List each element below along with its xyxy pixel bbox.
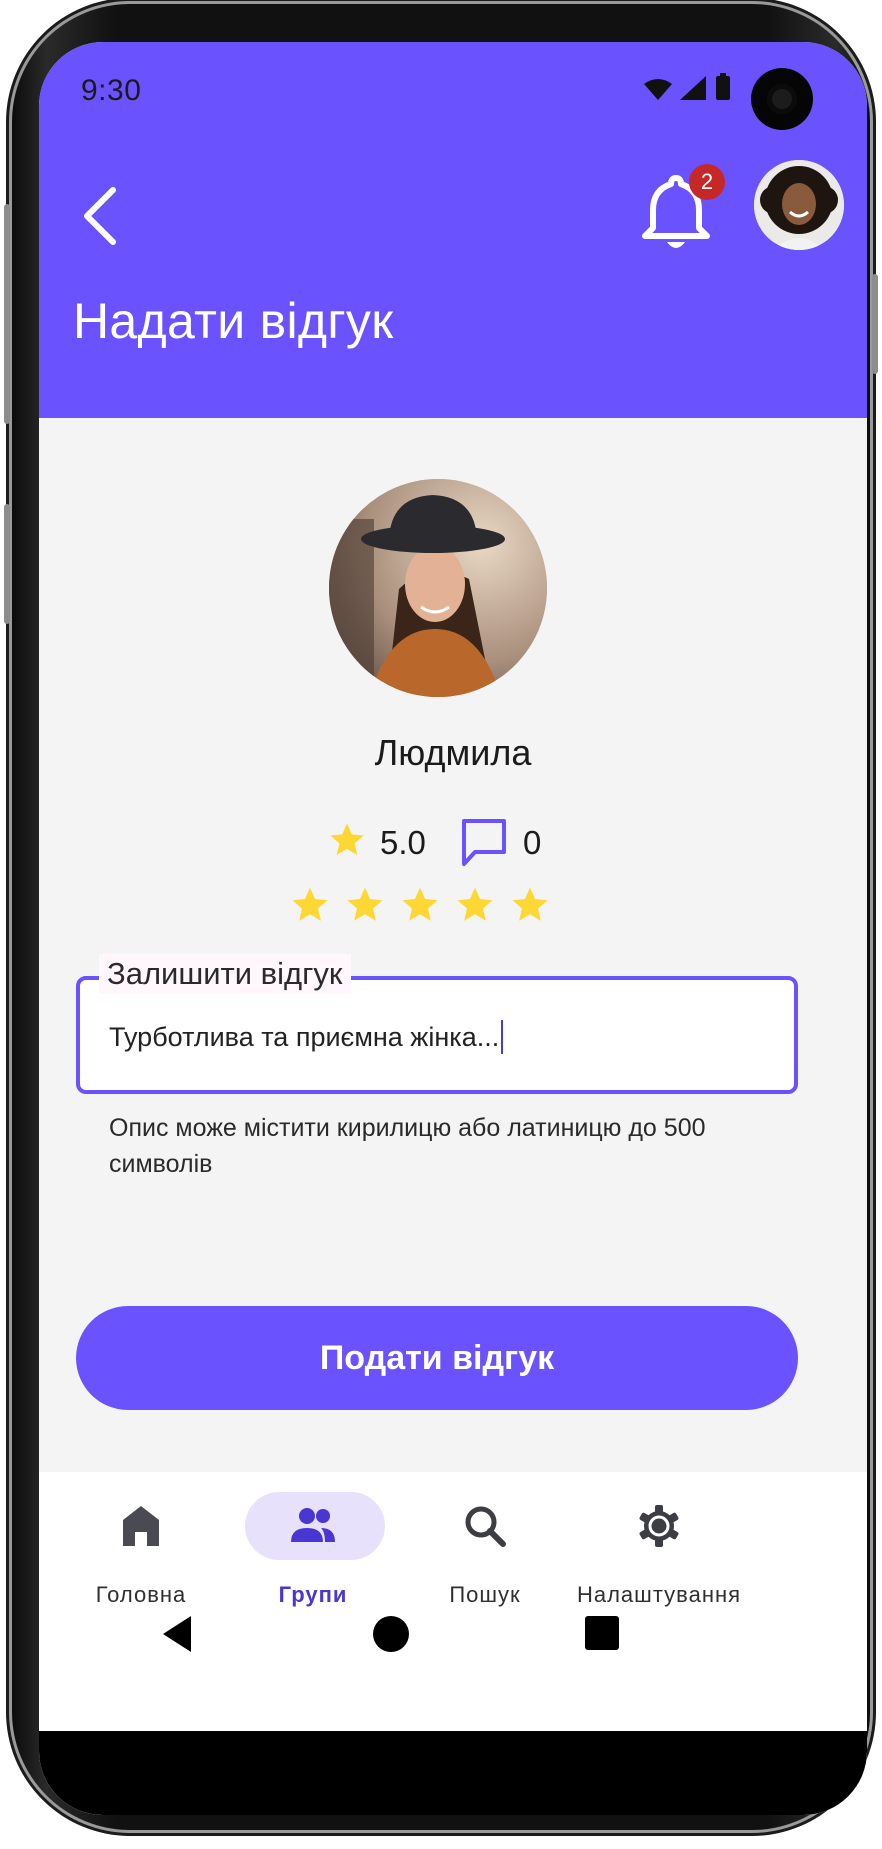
review-input-hint: Опис може містити кирилицю або латиницю …	[109, 1114, 706, 1178]
avatar-image	[754, 160, 844, 250]
profile-image	[329, 479, 547, 697]
reviews-count: 0	[523, 824, 542, 861]
system-home-icon[interactable]	[371, 1614, 411, 1654]
phone-frame: 9:30 2 Надати відгук Людмила 5.0 0 Залиш…	[4, 4, 878, 1830]
profile-name: Людмила	[374, 732, 532, 773]
rating-star-5[interactable]	[509, 884, 551, 926]
rating-star-4[interactable]	[454, 884, 496, 926]
wifi-signal-battery-icon	[644, 73, 730, 100]
user-avatar[interactable]	[754, 160, 844, 250]
review-input-value[interactable]: Турботлива та приємна жінка...	[109, 1020, 504, 1054]
rating-star-2[interactable]	[344, 884, 386, 926]
screen-bottom-bezel	[39, 1731, 867, 1815]
rating-star-1[interactable]	[289, 884, 331, 926]
app-screen: 9:30 2 Надати відгук Людмила 5.0 0 Залиш…	[39, 42, 867, 1815]
side-button	[4, 204, 10, 424]
side-button	[4, 504, 10, 624]
profile-photo	[329, 479, 547, 697]
chevron-left-icon	[84, 187, 116, 245]
submit-review-button[interactable]: Подати відгук	[76, 1306, 798, 1410]
notifications-button[interactable]: 2	[639, 164, 725, 256]
rating-star-3[interactable]	[399, 884, 441, 926]
system-back-icon[interactable]	[159, 1614, 195, 1654]
status-icons	[642, 72, 752, 109]
comment-icon	[462, 819, 506, 866]
page-title: Надати відгук	[73, 293, 394, 349]
home-icon	[123, 1506, 159, 1546]
front-camera	[751, 68, 813, 130]
app-header: 9:30 2 Надати відгук	[39, 42, 867, 418]
status-time: 9:30	[81, 74, 142, 107]
review-input-label: Залишити відгук	[99, 954, 351, 994]
review-text: Турботлива та приємна жінка...	[109, 1022, 500, 1052]
rating-value: 5.0	[380, 824, 426, 861]
text-cursor	[501, 1020, 504, 1054]
search-icon	[465, 1506, 506, 1547]
star-icon	[330, 823, 364, 855]
profile-stats: 5.0 0	[39, 812, 867, 872]
back-button[interactable]	[75, 178, 135, 254]
side-button	[872, 274, 878, 374]
system-recents-icon[interactable]	[583, 1614, 621, 1652]
rating-selector	[289, 884, 619, 930]
system-navigation	[39, 1596, 867, 1670]
settings-icon	[639, 1505, 679, 1547]
notification-badge: 2	[689, 164, 725, 200]
groups-icon	[291, 1508, 335, 1542]
